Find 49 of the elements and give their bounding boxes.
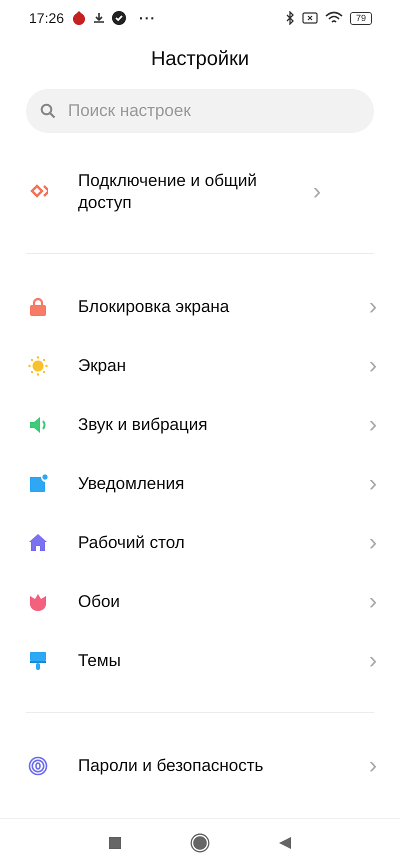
item-label: Уведомления [78, 472, 186, 494]
check-circle-icon [112, 11, 126, 25]
lock-icon [28, 296, 48, 316]
back-button[interactable] [278, 836, 292, 850]
search-field[interactable]: Поиск настроек [26, 89, 374, 133]
settings-item[interactable]: Обои › [0, 572, 400, 631]
clock: 17:26 [29, 10, 64, 26]
recent-apps-button[interactable] [108, 836, 122, 850]
chevron-icon: › [369, 754, 377, 778]
item-label: Подключение и общий доступ [78, 170, 258, 214]
item-label: Пароли и безопасность [78, 754, 264, 776]
item-label: Рабочий стол [78, 532, 186, 554]
bluetooth-icon [284, 11, 295, 25]
chevron-icon: › [369, 294, 377, 318]
page-title: Настройки [150, 47, 250, 72]
item-label: Блокировка экрана [78, 296, 230, 318]
settings-item[interactable]: Звук и вибрация › [0, 395, 400, 454]
settings-item[interactable]: Уведомления › [0, 454, 400, 513]
more-icon: ··· [139, 10, 156, 26]
fingerprint-icon [28, 756, 48, 776]
chevron-icon: › [369, 472, 377, 496]
settings-item[interactable]: Пароли и безопасность › [0, 736, 400, 795]
settings-item[interactable]: Экран › [0, 336, 400, 395]
download-icon [93, 12, 106, 24]
settings-item[interactable]: Блокировка экрана › [0, 277, 400, 336]
tulip-icon [28, 592, 48, 612]
notification-icon [28, 474, 48, 494]
settings-item[interactable]: Подключение и общий доступ › [0, 157, 400, 227]
speaker-icon [28, 414, 48, 434]
home-button[interactable] [190, 833, 210, 853]
chevron-icon: › [369, 354, 377, 378]
chevron-icon: › [369, 530, 377, 554]
search-icon [40, 103, 56, 119]
settings-item[interactable]: Рабочий стол › [0, 513, 400, 572]
sim-icon [302, 12, 318, 24]
wifi-icon [324, 11, 343, 25]
item-label: Обои [78, 590, 121, 612]
settings-item[interactable]: Темы › [0, 631, 400, 690]
chevron-icon: › [369, 590, 377, 614]
sun-icon [28, 356, 48, 376]
chevron-icon: › [369, 648, 377, 672]
item-label: Экран [78, 354, 127, 376]
chevron-icon: › [369, 412, 377, 436]
item-label: Звук и вибрация [78, 414, 208, 436]
item-label: Темы [78, 650, 122, 672]
chevron-icon: › [313, 180, 321, 204]
house-icon [28, 532, 48, 552]
battery-icon: 79 [350, 12, 372, 24]
paint-roller-icon [28, 650, 48, 670]
